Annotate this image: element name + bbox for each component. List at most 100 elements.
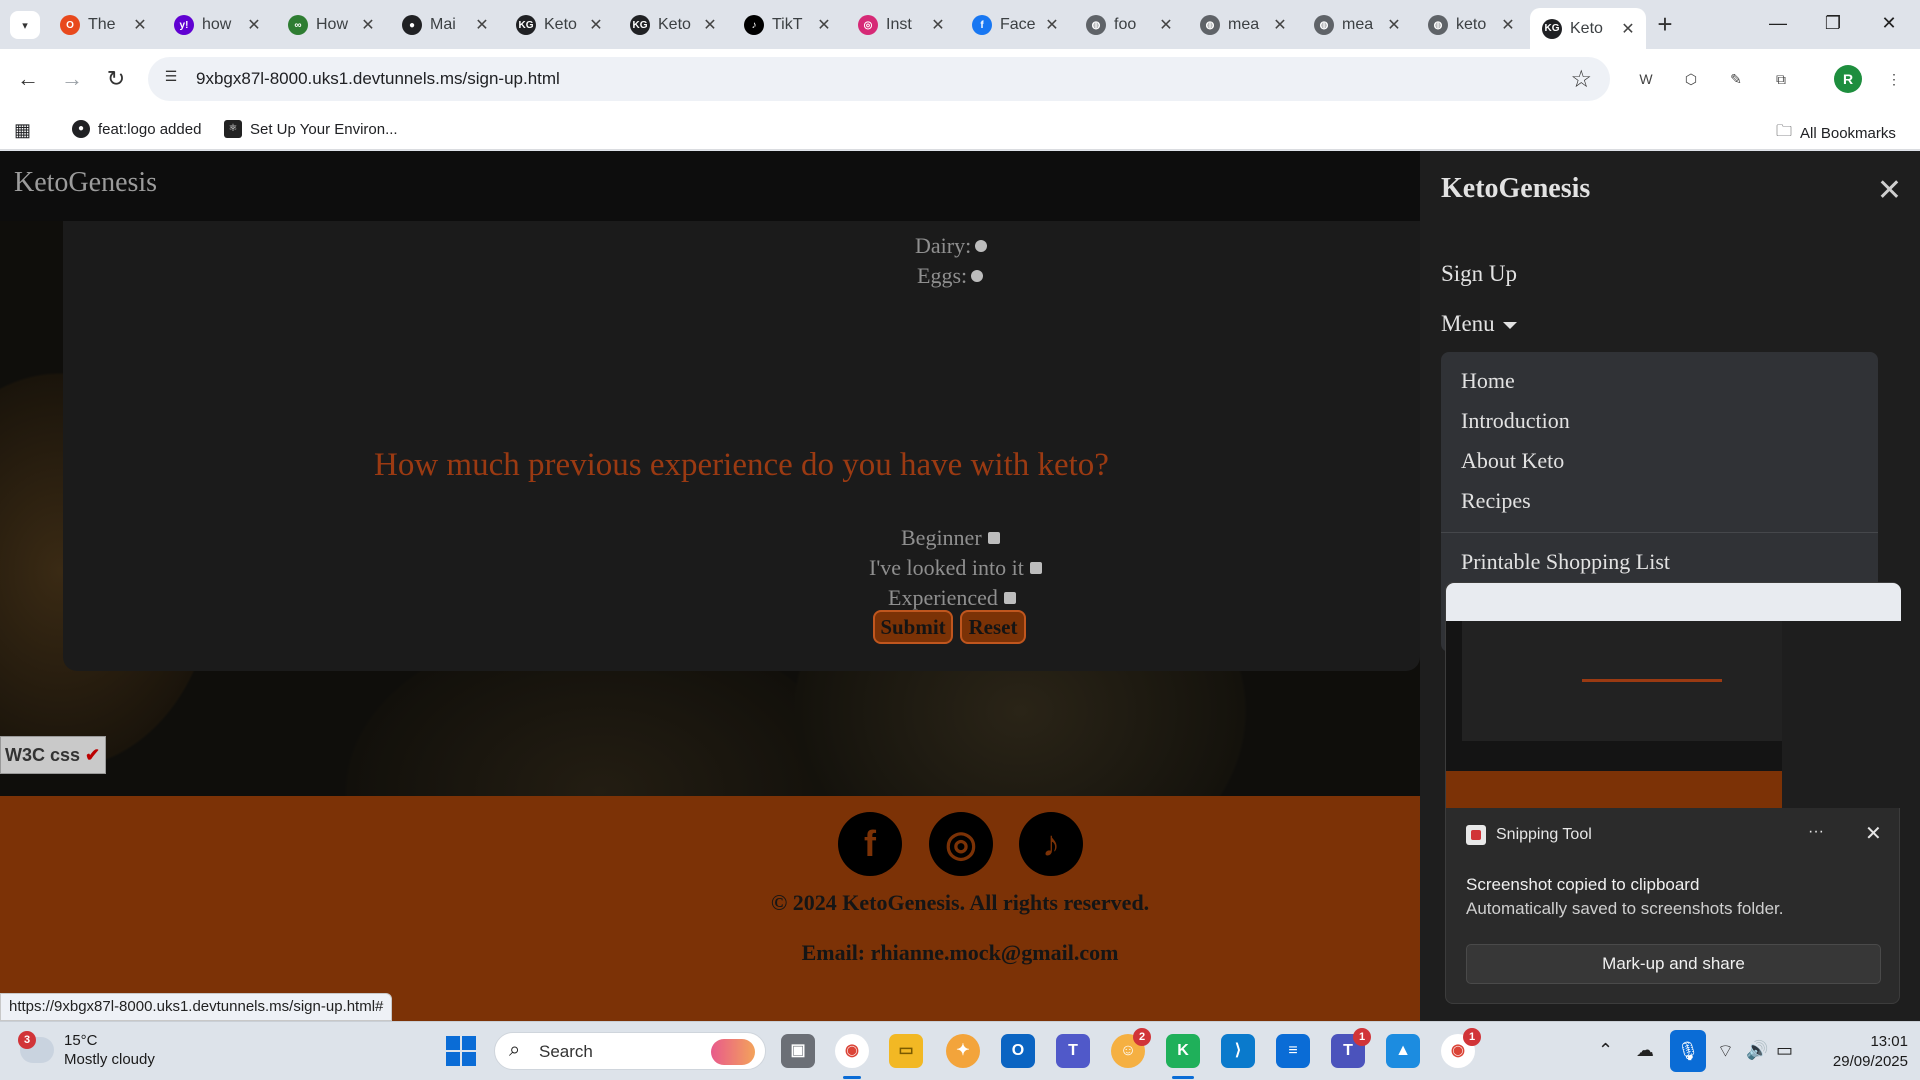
kotlin-app-icon[interactable]: K: [1166, 1034, 1200, 1068]
new-tab-button[interactable]: +: [1650, 10, 1680, 40]
site-brand[interactable]: KetoGenesis: [14, 167, 157, 199]
shield-extension-icon[interactable]: ⬡: [1677, 65, 1705, 93]
tab-close-icon[interactable]: ✕: [358, 15, 378, 35]
volume-icon[interactable]: 🔊: [1746, 1040, 1768, 1061]
tab-close-icon[interactable]: ✕: [586, 15, 606, 35]
wordpress-extension-icon[interactable]: W: [1632, 65, 1660, 93]
apps-grid-icon[interactable]: ▦: [14, 120, 31, 141]
tab-close-icon[interactable]: ✕: [1618, 19, 1638, 39]
profile-avatar[interactable]: R: [1834, 65, 1862, 93]
menu-item-introduction[interactable]: Introduction: [1461, 408, 1570, 434]
url-text[interactable]: 9xbgx87l-8000.uks1.devtunnels.ms/sign-up…: [196, 69, 560, 89]
browser-tab[interactable]: O The ✕: [48, 8, 158, 42]
offcanvas-close-icon[interactable]: ✕: [1877, 173, 1902, 208]
signup-link[interactable]: Sign Up: [1441, 261, 1517, 287]
tab-close-icon[interactable]: ✕: [1498, 15, 1518, 35]
tab-close-icon[interactable]: ✕: [472, 15, 492, 35]
snipping-tool-notification[interactable]: Snipping Tool ··· ✕ Screenshot copied to…: [1445, 582, 1901, 1004]
microphone-icon[interactable]: 🎙: [1670, 1030, 1706, 1072]
globe-icon: ◍: [1086, 15, 1106, 35]
experienced-checkbox[interactable]: [1003, 592, 1016, 604]
extensions-puzzle-icon[interactable]: ⧉: [1767, 65, 1795, 93]
tab-close-icon[interactable]: ✕: [1384, 15, 1404, 35]
windows-start-icon[interactable]: [446, 1036, 476, 1066]
all-bookmarks-label: All Bookmarks: [1800, 125, 1896, 142]
menu-item-about-keto[interactable]: About Keto: [1461, 448, 1564, 474]
system-clock[interactable]: 13:01 29/09/2025: [1818, 1032, 1908, 1072]
reset-button[interactable]: Reset: [960, 610, 1026, 644]
chrome-profile-icon[interactable]: ◉ 1: [1441, 1028, 1481, 1068]
teams-icon[interactable]: T: [1056, 1034, 1090, 1068]
site-info-icon[interactable]: ☰: [160, 68, 182, 90]
bookmark-item[interactable]: ⚛ Set Up Your Environ...: [224, 120, 398, 138]
toast-close-icon[interactable]: ✕: [1865, 821, 1882, 846]
menu-item-shopping-list[interactable]: Printable Shopping List: [1461, 549, 1670, 575]
vscode-icon[interactable]: ⟩: [1221, 1034, 1255, 1068]
copilot-icon[interactable]: ✦: [946, 1034, 980, 1068]
tab-close-icon[interactable]: ✕: [244, 15, 264, 35]
tab-search-icon[interactable]: ▾: [10, 11, 40, 39]
photos-icon[interactable]: ▲: [1386, 1034, 1420, 1068]
taskbar-search[interactable]: ⌕ Search: [494, 1032, 766, 1070]
browser-tab[interactable]: KG Keto ✕: [1530, 8, 1646, 49]
screenshot-thumbnail[interactable]: [1446, 583, 1901, 808]
instagram-icon[interactable]: ◎: [929, 812, 993, 876]
chat-app-icon[interactable]: ☺ 2: [1111, 1028, 1151, 1068]
more-options-icon[interactable]: ···: [1808, 823, 1824, 841]
maximize-icon[interactable]: ❐: [1813, 8, 1853, 38]
chrome-menu-icon[interactable]: ⋮: [1880, 65, 1908, 93]
browser-tab[interactable]: KG Keto ✕: [618, 8, 728, 42]
eggs-radio[interactable]: [971, 270, 984, 282]
notepad-icon[interactable]: ≡: [1276, 1034, 1310, 1068]
browser-tab[interactable]: ◍ keto ✕: [1416, 8, 1526, 42]
menu-item-recipes[interactable]: Recipes: [1461, 488, 1531, 514]
teams-work-icon[interactable]: T 1: [1331, 1028, 1371, 1068]
beginner-checkbox[interactable]: [987, 532, 1000, 544]
minimize-icon[interactable]: —: [1758, 8, 1798, 38]
dairy-radio[interactable]: [975, 240, 988, 252]
tab-close-icon[interactable]: ✕: [700, 15, 720, 35]
browser-tab[interactable]: f Face ✕: [960, 8, 1070, 42]
browser-tab[interactable]: ∞ How ✕: [276, 8, 386, 42]
browser-tab[interactable]: ◍ foo ✕: [1074, 8, 1184, 42]
tab-close-icon[interactable]: ✕: [1270, 15, 1290, 35]
outlook-icon[interactable]: O: [1001, 1034, 1035, 1068]
file-explorer-icon[interactable]: ▭: [889, 1034, 923, 1068]
looked-into-checkbox[interactable]: [1029, 562, 1042, 574]
browser-tab[interactable]: ♪ TikT ✕: [732, 8, 842, 42]
show-hidden-icons[interactable]: ⌃: [1598, 1040, 1613, 1061]
tab-close-icon[interactable]: ✕: [1156, 15, 1176, 35]
bookmark-item[interactable]: ● feat:logo added: [72, 120, 201, 138]
browser-tab[interactable]: KG Keto ✕: [504, 8, 614, 42]
menu-item-home[interactable]: Home: [1461, 368, 1515, 394]
tab-close-icon[interactable]: ✕: [1042, 15, 1062, 35]
bookmark-star-icon[interactable]: ☆: [1570, 65, 1592, 94]
onedrive-icon[interactable]: ☁: [1636, 1040, 1654, 1061]
tiktok-icon[interactable]: ♪: [1019, 812, 1083, 876]
reload-icon[interactable]: ↻: [100, 63, 132, 95]
weather-widget[interactable]: 3 15°C Mostly cloudy: [18, 1031, 155, 1069]
browser-tab[interactable]: ◎ Inst ✕: [846, 8, 956, 42]
tab-close-icon[interactable]: ✕: [928, 15, 948, 35]
browser-tab[interactable]: y! how ✕: [162, 8, 272, 42]
browser-tab[interactable]: ◍ mea ✕: [1302, 8, 1412, 42]
forward-icon[interactable]: →: [56, 63, 88, 95]
tab-close-icon[interactable]: ✕: [814, 15, 834, 35]
task-view-icon[interactable]: ▣: [781, 1034, 815, 1068]
address-bar[interactable]: ☰ 9xbgx87l-8000.uks1.devtunnels.ms/sign-…: [148, 57, 1610, 101]
wifi-icon[interactable]: ⌔: [1717, 1040, 1734, 1063]
browser-tab[interactable]: ● Mai ✕: [390, 8, 500, 42]
tab-close-icon[interactable]: ✕: [130, 15, 150, 35]
battery-icon[interactable]: ▭: [1776, 1040, 1793, 1061]
facebook-icon[interactable]: f: [838, 812, 902, 876]
markup-share-button[interactable]: Mark-up and share: [1466, 944, 1881, 984]
menu-dropdown-toggle[interactable]: Menu: [1441, 311, 1517, 337]
back-icon[interactable]: ←: [12, 63, 44, 95]
pen-extension-icon[interactable]: ✎: [1722, 65, 1750, 93]
w3c-css-badge[interactable]: W3C css ✔: [0, 736, 106, 774]
chrome-icon[interactable]: ◉: [835, 1034, 869, 1068]
submit-button[interactable]: Submit: [873, 610, 953, 644]
all-bookmarks-button[interactable]: 🗀 All Bookmarks: [1776, 120, 1896, 147]
browser-tab[interactable]: ◍ mea ✕: [1188, 8, 1298, 42]
window-close-icon[interactable]: ✕: [1869, 8, 1909, 38]
